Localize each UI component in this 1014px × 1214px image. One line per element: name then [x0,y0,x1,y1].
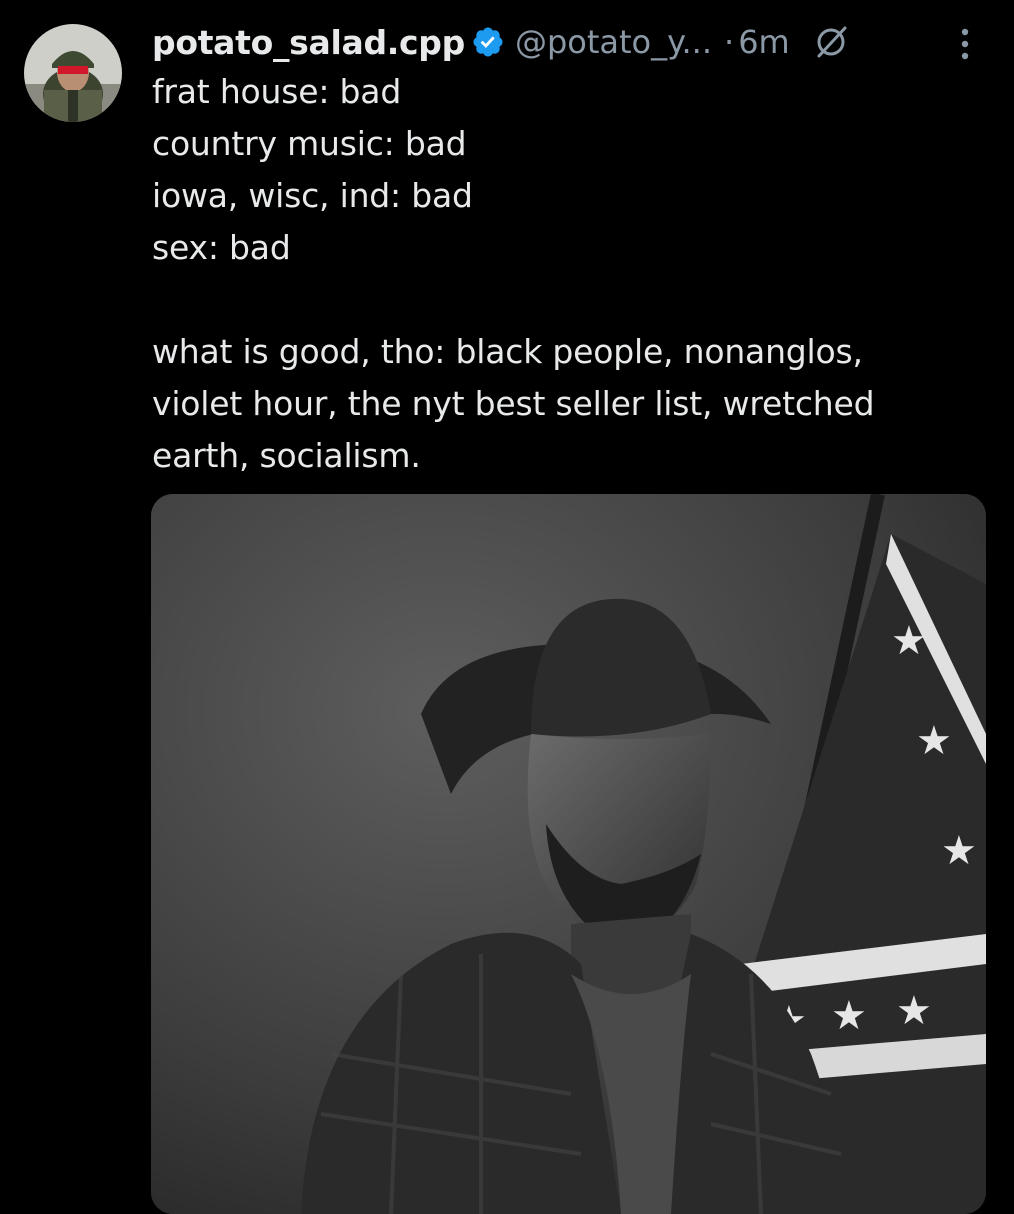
tweet-line: iowa, wisc, ind: bad [152,176,473,215]
svg-text:★: ★ [891,618,927,664]
svg-text:★: ★ [896,988,932,1034]
paragraph-break [152,274,992,326]
tweet-media-image[interactable]: ★ ★ ★ ★ ★ ★ [151,494,986,1214]
timestamp[interactable]: 6m [738,23,790,61]
tweet-header: potato_salad.cpp @potato_y... · 6m [152,18,992,66]
tweet-line: violet hour, the nyt best seller list, w… [152,384,875,423]
tweet-line: earth, socialism. [152,436,421,475]
svg-text:★: ★ [831,993,867,1039]
svg-text:★: ★ [941,828,977,874]
tweet-line: frat house: bad [152,72,402,111]
media-photo: ★ ★ ★ ★ ★ ★ [151,494,986,1214]
tweet-line: sex: bad [152,228,291,267]
avatar[interactable] [24,24,122,122]
display-name[interactable]: potato_salad.cpp [152,23,465,62]
separator-dot: · [724,23,735,61]
more-vertical-icon[interactable] [950,24,980,64]
tweet[interactable]: potato_salad.cpp @potato_y... · 6m frat … [0,0,1014,1214]
tweet-line: country music: bad [152,124,467,163]
handle[interactable]: @potato_y... [515,23,712,61]
avatar-image [24,24,122,122]
tweet-line: what is good, tho: black people, nonangl… [152,332,863,371]
verified-badge-icon [471,25,505,59]
tweet-text: frat house: bad country music: bad iowa,… [152,66,992,482]
svg-text:★: ★ [916,718,952,764]
grok-icon[interactable] [812,23,850,61]
